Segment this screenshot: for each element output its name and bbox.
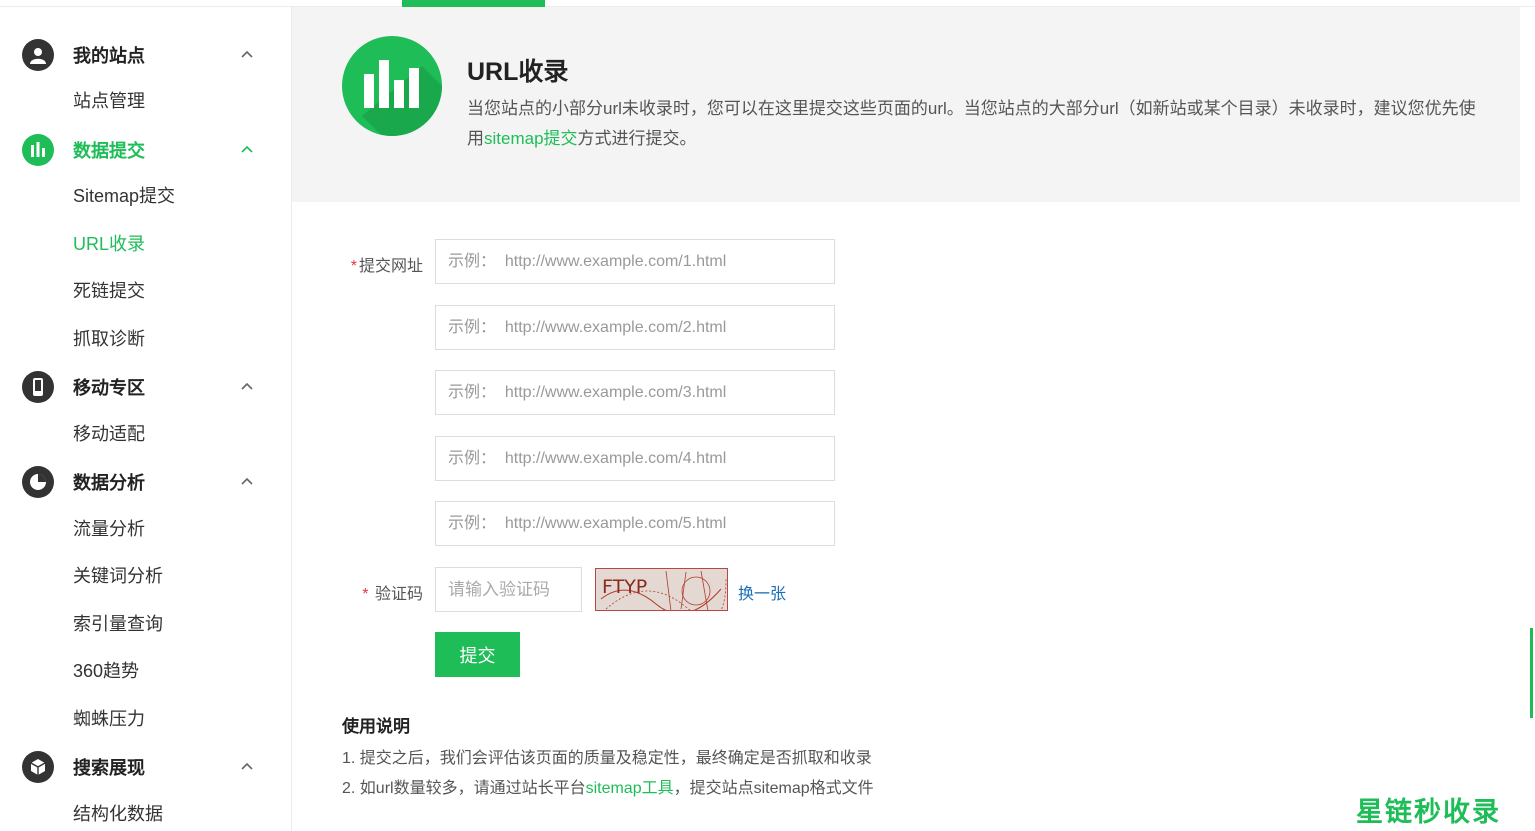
- bar-chart-icon: [342, 36, 442, 136]
- sidebar-group-mobile[interactable]: 移动专区: [0, 363, 292, 411]
- captcha-input[interactable]: [435, 567, 582, 612]
- url-field-label: * 提交网址: [340, 252, 423, 276]
- sidebar-group-label: 搜索展现: [73, 758, 145, 778]
- pie-chart-icon: [22, 466, 54, 498]
- usage-title: 使用说明: [342, 717, 410, 736]
- sidebar-item-keywords[interactable]: 关键词分析: [73, 562, 163, 590]
- sidebar-group-data-submit[interactable]: 数据提交: [0, 126, 292, 174]
- captcha-text: FTYP: [602, 576, 647, 598]
- captcha-label-text: 验证码: [374, 586, 423, 603]
- captcha-field-label: * 验证码: [340, 580, 423, 604]
- sidebar-item-sitemap[interactable]: Sitemap提交: [73, 182, 175, 210]
- sidebar-group-search-display[interactable]: 搜索展现: [0, 743, 292, 791]
- sidebar-group-label: 数据提交: [73, 141, 145, 161]
- sidebar-item-index-volume[interactable]: 索引量查询: [73, 610, 163, 638]
- sidebar-item-mobile-adapt[interactable]: 移动适配: [73, 420, 145, 448]
- sidebar-item-site-management[interactable]: 站点管理: [73, 87, 145, 115]
- sidebar-group-label: 移动专区: [73, 378, 145, 398]
- chevron-up-icon: [241, 762, 253, 770]
- page-title: URL收录: [467, 58, 569, 86]
- page-description: 当您站点的小部分url未收录时，您可以在这里提交这些页面的url。当您站点的大部…: [467, 94, 1477, 154]
- top-tab-bar: [0, 0, 1535, 7]
- refresh-captcha-link[interactable]: 换一张: [738, 580, 786, 604]
- sidebar-item-crawl-diagnosis[interactable]: 抓取诊断: [73, 325, 145, 353]
- chevron-up-icon: [241, 382, 253, 390]
- required-mark: *: [350, 258, 357, 275]
- url-label-text: 提交网址: [358, 258, 423, 275]
- sidebar-group-data-analysis[interactable]: 数据分析: [0, 458, 292, 506]
- bar-chart-icon: [22, 134, 54, 166]
- user-icon: [22, 39, 54, 71]
- usage-line-2-text: 2. 如url数量较多，请通过站长平台: [342, 780, 586, 797]
- sidebar-item-dead-links[interactable]: 死链提交: [73, 277, 145, 305]
- sidebar-item-structured-data[interactable]: 结构化数据: [73, 800, 163, 828]
- mobile-icon: [22, 371, 54, 403]
- scrollbar[interactable]: [1530, 628, 1533, 718]
- sidebar-group-my-sites[interactable]: 我的站点: [0, 31, 292, 79]
- cube-icon: [22, 751, 54, 783]
- url-input-2[interactable]: [435, 305, 835, 350]
- sidebar-item-spider-pressure[interactable]: 蜘蛛压力: [73, 705, 145, 733]
- sidebar-item-360-trend[interactable]: 360趋势: [73, 657, 139, 685]
- sitemap-tool-link[interactable]: sitemap工具: [586, 780, 674, 797]
- url-input-5[interactable]: [435, 501, 835, 546]
- sitemap-submit-link[interactable]: sitemap提交: [484, 129, 578, 148]
- desc-text-end: 方式进行提交。: [577, 129, 697, 148]
- url-input-3[interactable]: [435, 370, 835, 415]
- usage-line-1: 1. 提交之后，我们会评估该页面的质量及稳定性，最终确定是否抓取和收录: [342, 750, 872, 767]
- url-input-1[interactable]: [435, 239, 835, 284]
- chevron-up-icon: [241, 50, 253, 58]
- active-tab-indicator: [402, 0, 545, 7]
- captcha-image[interactable]: FTYP: [595, 568, 728, 611]
- usage-line-2: 2. 如url数量较多，请通过站长平台sitemap工具，提交站点sitemap…: [342, 774, 874, 798]
- sidebar-item-url-index[interactable]: URL收录: [73, 230, 145, 258]
- sidebar: 我的站点 站点管理 数据提交 Sitemap提交 URL收录 死链提交 抓取诊断…: [0, 7, 292, 831]
- url-input-4[interactable]: [435, 436, 835, 481]
- usage-line-2-end: ，提交站点sitemap格式文件: [673, 780, 874, 797]
- chevron-up-icon: [241, 477, 253, 485]
- submit-button[interactable]: 提交: [435, 632, 520, 677]
- watermark-logo: 星链秒收录: [1356, 797, 1501, 828]
- sidebar-group-label: 数据分析: [73, 473, 145, 493]
- sidebar-group-label: 我的站点: [73, 46, 145, 66]
- chevron-up-icon: [241, 145, 253, 153]
- sidebar-item-traffic[interactable]: 流量分析: [73, 515, 145, 543]
- required-mark: *: [362, 586, 369, 603]
